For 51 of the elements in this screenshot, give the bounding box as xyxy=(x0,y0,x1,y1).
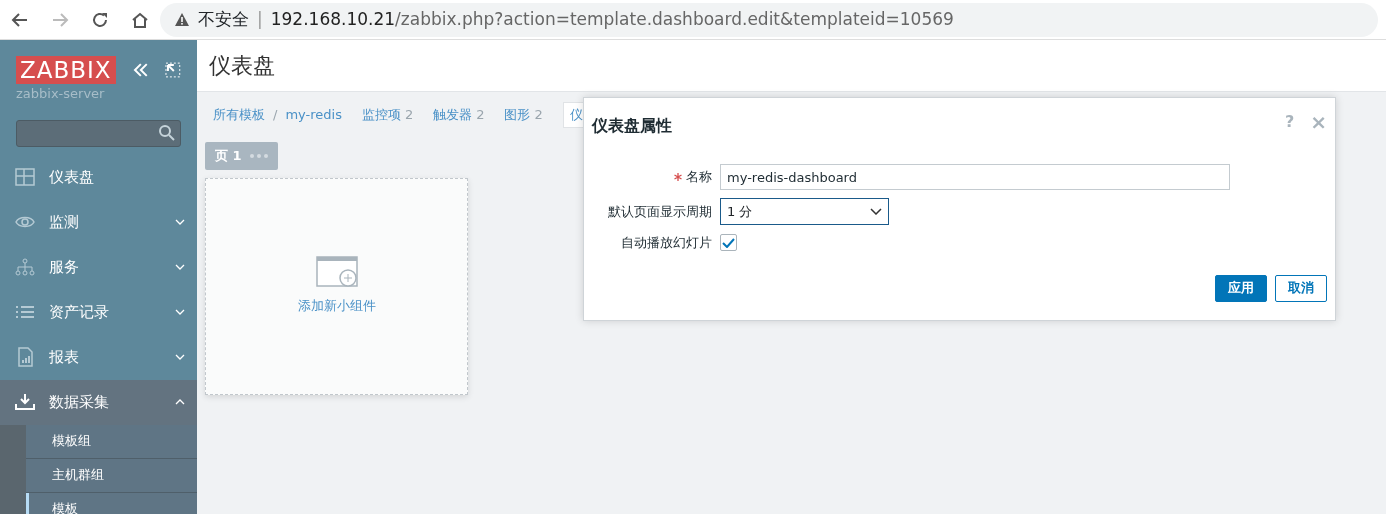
menu-item[interactable]: 仪表盘 xyxy=(0,154,197,200)
server-name: zabbix-server xyxy=(15,85,106,103)
tab[interactable]: 监控项 2 xyxy=(361,105,414,125)
menu-item[interactable]: 资产记录 xyxy=(0,289,197,335)
logo[interactable]: ZABBIX xyxy=(16,56,116,84)
report-icon xyxy=(15,347,35,367)
chevron-down-icon xyxy=(870,208,882,215)
warning-icon xyxy=(174,12,190,27)
chevron-down-icon xyxy=(175,354,185,360)
field-label: 名称 xyxy=(686,168,712,187)
close-button[interactable]: × xyxy=(1310,112,1327,132)
breadcrumb-link[interactable]: my-redis xyxy=(285,105,342,125)
add-widget-label: 添加新小组件 xyxy=(297,297,376,316)
field-label: 自动播放幻灯片 xyxy=(620,234,712,252)
url-text: 192.168.10.21/zabbix.php?action=template.dashboard.edit&templateid=10569 xyxy=(270,7,954,31)
cancel-button[interactable]: 取消 xyxy=(1275,274,1327,302)
tab[interactable]: 触发器 2 xyxy=(433,105,485,125)
download-icon xyxy=(15,392,35,412)
page-title: 仪表盘 xyxy=(209,52,275,80)
collapse-icon[interactable] xyxy=(131,62,150,78)
search-field[interactable] xyxy=(16,119,181,147)
dialog-title: 仪表盘属性 xyxy=(592,115,673,137)
period-dropdown[interactable]: 1 分 xyxy=(720,198,889,225)
chevron-down-icon xyxy=(175,264,185,270)
dashboard-icon xyxy=(15,167,35,187)
add-widget-icon xyxy=(315,256,358,289)
separator-text: | xyxy=(257,7,263,31)
hierarchy-icon xyxy=(15,257,35,277)
menu-item[interactable]: 数据采集 xyxy=(0,379,197,425)
menu-item[interactable]: 监测 xyxy=(0,199,197,245)
add-widget-area[interactable]: 添加新小组件 xyxy=(205,177,468,395)
slideshow-checkbox[interactable] xyxy=(720,234,737,252)
chevron-down-icon xyxy=(175,219,185,225)
chevron-up-icon xyxy=(175,399,185,405)
page-tab[interactable]: 页 1 xyxy=(205,142,278,170)
fullscreen-icon[interactable] xyxy=(165,62,181,78)
search-icon xyxy=(158,124,176,142)
name-field[interactable]: my-redis-dashboard xyxy=(720,164,1230,190)
breadcrumb-separator: / xyxy=(273,106,278,125)
submenu-item[interactable]: 模板组 xyxy=(26,424,197,459)
menu-item[interactable]: 服务 xyxy=(0,244,197,290)
chevron-down-icon xyxy=(175,309,185,315)
menu-item[interactable]: 报表 xyxy=(0,334,197,380)
submenu-item[interactable]: 主机群组 xyxy=(26,458,197,493)
security-label: 不安全 xyxy=(198,7,249,31)
help-button[interactable]: ? xyxy=(1284,114,1295,130)
breadcrumb-link[interactable]: 所有模板 xyxy=(213,105,265,125)
address-bar[interactable]: 不安全 | 192.168.10.21/zabbix.php?action=template.dashboard.edit&templateid=10569 xyxy=(160,2,1378,37)
field-label: 默认页面显示周期 xyxy=(607,202,712,221)
tab[interactable]: 图形 2 xyxy=(504,105,543,125)
apply-button[interactable]: 应用 xyxy=(1215,274,1267,302)
